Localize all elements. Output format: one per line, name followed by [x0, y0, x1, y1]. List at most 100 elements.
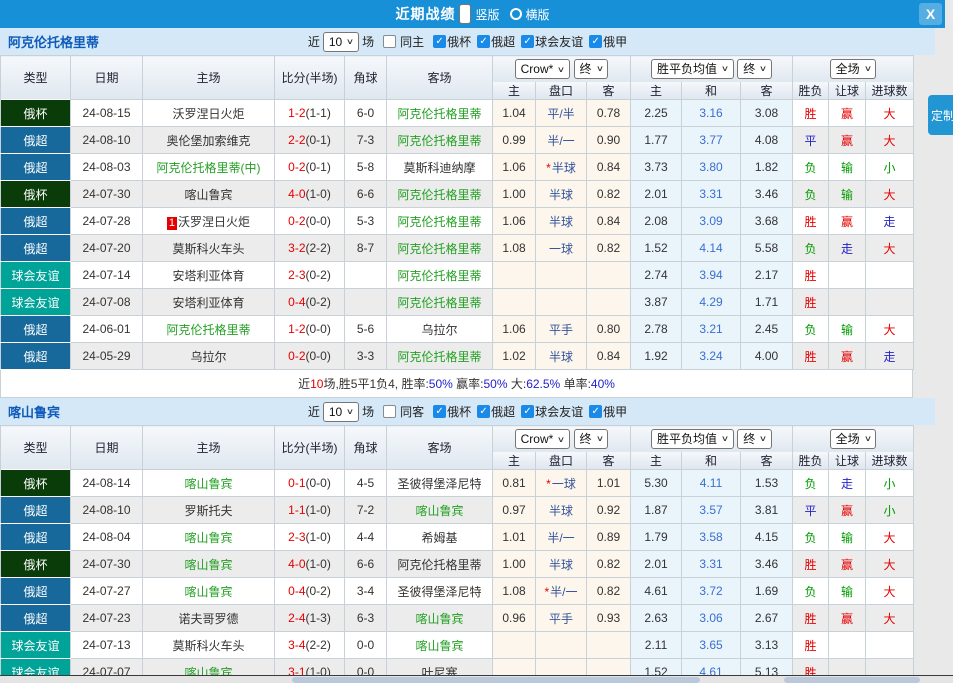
popup-title: 近期战绩 [395, 4, 455, 24]
match-row: 俄超24-07-23诺夫哥罗德2-4(1-3)6-3喀山鲁宾0.96平手0.93… [1, 605, 914, 632]
match-row: 球会友谊24-07-13莫斯科火车头3-4(2-2)0-0喀山鲁宾2.113.6… [1, 632, 914, 659]
chevron-down-icon: ∨ [863, 434, 871, 443]
away-team: 阿克伦托格里蒂 [387, 551, 493, 578]
col-type: 类型 [1, 426, 71, 470]
summary-segment: 62.5% [526, 377, 560, 391]
matches-table: 类型 日期 主场 比分(半场) 角球 客场 Crow*∨ 终∨ 胜平负均值∨ 终… [0, 55, 914, 370]
summary-segment: 50% [429, 377, 453, 391]
scope-select[interactable]: 全场∨ [830, 429, 877, 449]
layout-radio[interactable]: 横版 [510, 6, 550, 23]
score-cell: 0-1(0-0) [275, 470, 345, 497]
avg-type-select[interactable]: 胜平负均值∨ [651, 59, 734, 79]
avg-home: 1.52 [631, 235, 682, 262]
match-count-select[interactable]: 10 ∨ [323, 32, 359, 52]
close-button[interactable]: X [919, 3, 942, 25]
result-handicap: 赢 [829, 343, 866, 370]
halftime-score: (1-0) [306, 187, 331, 201]
away-team-name: 圣彼得堡泽尼特 [397, 477, 481, 491]
result-outcome: 负 [793, 578, 829, 605]
handicap-changed-marker: * [546, 477, 551, 491]
league-checkbox[interactable]: ✓ [477, 35, 490, 48]
home-team-name: 沃罗涅日火炬 [178, 215, 250, 229]
avg-draw: 3.77 [682, 127, 741, 154]
result-outcome: 胜 [793, 262, 829, 289]
home-team-name: 喀山鲁宾 [184, 585, 232, 599]
result-outcome: 胜 [793, 289, 829, 316]
league-badge: 俄杯 [1, 100, 71, 127]
avg-state-select[interactable]: 终∨ [737, 59, 772, 79]
result-outcome: 胜 [793, 632, 829, 659]
odds-home: 1.06 [493, 316, 536, 343]
same-venue-label: 同主 [400, 33, 424, 50]
summary-segment: 大: [508, 375, 527, 392]
customize-button[interactable]: 定制 [928, 95, 953, 135]
corner-score: 4-4 [345, 524, 387, 551]
avg-away: 2.45 [741, 316, 793, 343]
summary-segment: 50% [484, 377, 508, 391]
horizontal-scrollbar[interactable] [0, 675, 953, 683]
col-avg-home: 主 [631, 452, 682, 470]
handicap-text: 平手 [549, 612, 573, 626]
handicap-text: 半球 [549, 215, 573, 229]
result-goals: 小 [866, 154, 914, 181]
result-goals: 走 [866, 208, 914, 235]
odds-selects: Crow*∨ 终∨ [493, 426, 631, 452]
league-checkbox[interactable]: ✓ [477, 405, 490, 418]
away-team-name: 阿克伦托格里蒂 [397, 558, 481, 572]
scrollbar-thumb[interactable] [292, 677, 700, 683]
same-venue-checkbox[interactable] [383, 35, 396, 48]
odds-home: 0.96 [493, 605, 536, 632]
col-score: 比分(半场) [275, 56, 345, 100]
away-team-name: 阿克伦托格里蒂 [397, 134, 481, 148]
league-checkbox[interactable]: ✓ [521, 35, 534, 48]
league-checkbox[interactable]: ✓ [433, 35, 446, 48]
home-team: 阿克伦托格里蒂(中) [143, 154, 275, 181]
league-checkbox[interactable]: ✓ [433, 405, 446, 418]
result-handicap: 输 [829, 524, 866, 551]
avg-away: 4.15 [741, 524, 793, 551]
bookmaker-select[interactable]: Crow*∨ [515, 59, 571, 79]
away-team: 阿克伦托格里蒂 [387, 127, 493, 154]
result-handicap: 输 [829, 181, 866, 208]
handicap-text: 半球 [549, 504, 573, 518]
chevron-down-icon: ∨ [595, 64, 603, 73]
scope-select[interactable]: 全场∨ [830, 59, 877, 79]
result-outcome: 负 [793, 524, 829, 551]
league-checkbox-label: 俄甲 [603, 33, 627, 50]
layout-radio[interactable]: 竖版 [459, 4, 499, 24]
chevron-down-icon: ∨ [863, 64, 871, 73]
league-badge: 球会友谊 [1, 289, 71, 316]
same-venue-checkbox[interactable] [383, 405, 396, 418]
league-checkbox[interactable]: ✓ [589, 35, 602, 48]
result-goals: 大 [866, 578, 914, 605]
avg-type-select[interactable]: 胜平负均值∨ [651, 429, 734, 449]
home-team: 阿克伦托格里蒂 [143, 316, 275, 343]
scrollbar-thumb[interactable] [784, 677, 920, 683]
odds-state-select[interactable]: 终∨ [574, 429, 609, 449]
bookmaker-select[interactable]: Crow*∨ [515, 429, 571, 449]
away-team: 乌拉尔 [387, 316, 493, 343]
league-badge: 球会友谊 [1, 632, 71, 659]
league-badge: 俄杯 [1, 181, 71, 208]
match-count-select[interactable]: 10 ∨ [323, 402, 359, 422]
handicap: 一球 [536, 235, 587, 262]
home-team-name: 沃罗涅日火炬 [172, 107, 244, 121]
league-checkbox[interactable]: ✓ [521, 405, 534, 418]
league-checkbox[interactable]: ✓ [589, 405, 602, 418]
result-handicap: 赢 [829, 100, 866, 127]
odds-state-select[interactable]: 终∨ [574, 59, 609, 79]
result-handicap: 输 [829, 154, 866, 181]
chevron-down-icon: ∨ [721, 434, 729, 443]
avg-draw: 4.14 [682, 235, 741, 262]
odds-home: 1.00 [493, 551, 536, 578]
avg-home: 1.87 [631, 497, 682, 524]
odds-away: 0.84 [587, 343, 631, 370]
handicap: *半球 [536, 154, 587, 181]
match-date: 24-07-14 [71, 262, 143, 289]
match-date: 24-08-15 [71, 100, 143, 127]
result-handicap: 走 [829, 235, 866, 262]
corner-score [345, 289, 387, 316]
result-outcome: 胜 [793, 343, 829, 370]
handicap-text: 半球 [549, 558, 573, 572]
avg-state-select[interactable]: 终∨ [737, 429, 772, 449]
